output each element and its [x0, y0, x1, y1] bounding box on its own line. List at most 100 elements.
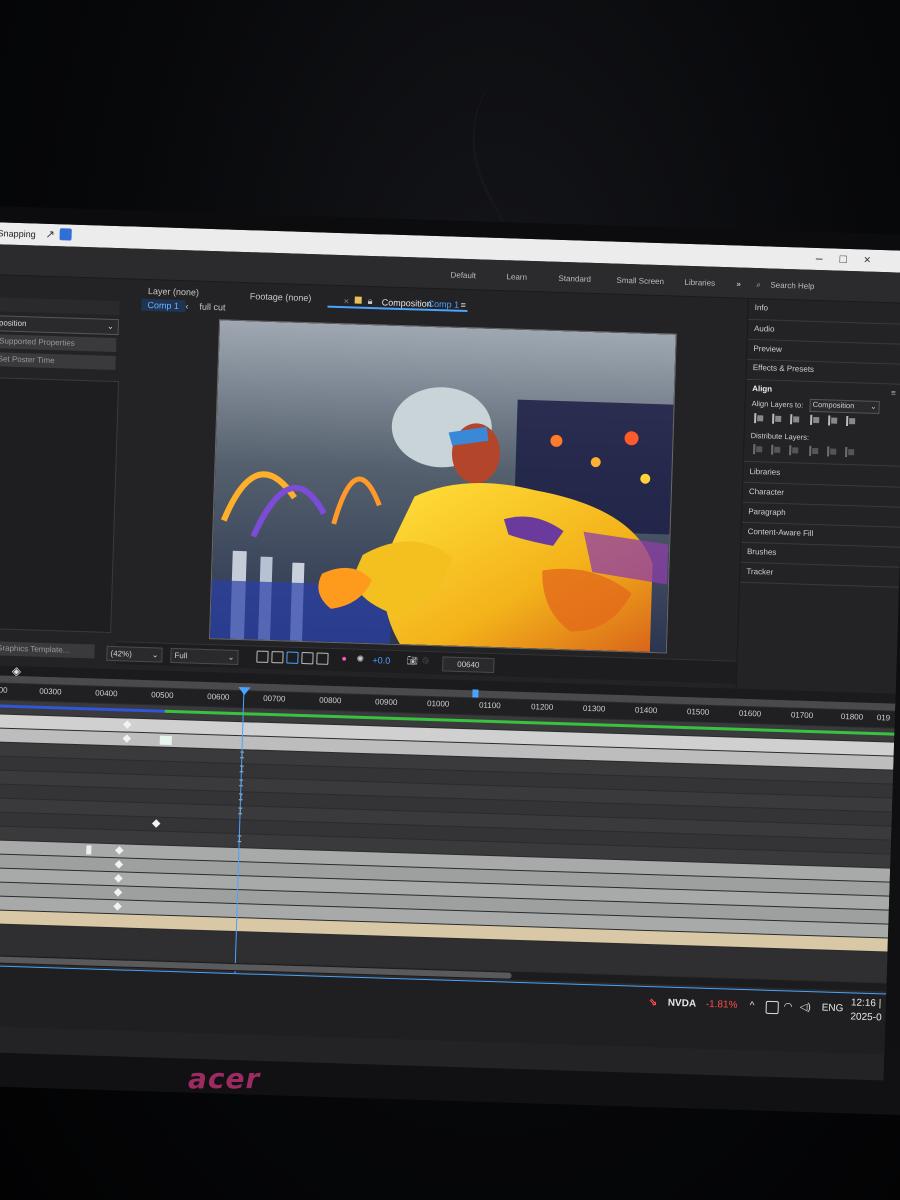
work-area-end-marker[interactable] — [472, 689, 479, 698]
keyframe[interactable] — [114, 874, 123, 883]
workspace-default[interactable]: Default — [450, 270, 476, 280]
stock-name[interactable]: NVDA — [668, 998, 697, 1010]
align-layers-to-value: Composition — [812, 399, 855, 411]
keyframe[interactable] — [113, 888, 123, 897]
distribute-bottom-icon[interactable] — [788, 445, 798, 455]
panel-libraries[interactable]: Libraries — [749, 467, 780, 477]
frame-image — [210, 320, 676, 653]
keyframe[interactable] — [113, 902, 122, 911]
mask-visibility-icon[interactable] — [286, 651, 299, 664]
volume-icon[interactable]: ◁) — [800, 1002, 811, 1013]
chevron-down-icon: ⌄ — [106, 321, 114, 331]
align-right-icon[interactable] — [789, 414, 799, 424]
channel-icon[interactable]: ● — [341, 653, 347, 663]
playhead-handle[interactable] — [238, 687, 251, 696]
workspace-small-screen[interactable]: Small Screen — [616, 276, 664, 286]
stock-change: -1.81% — [705, 998, 738, 1011]
keyframe[interactable] — [123, 720, 132, 729]
workspace-standard[interactable]: Standard — [558, 274, 591, 284]
panel-audio[interactable]: Audio — [754, 324, 775, 334]
exposure-reset-icon[interactable]: ✺ — [356, 654, 364, 665]
monitor-screen: Snapping ↗ – □ × Default Learn Standard … — [0, 222, 900, 1081]
resolution-dropdown[interactable]: Full ⌄ — [170, 647, 239, 666]
snapping-toggle-icon[interactable] — [59, 228, 72, 241]
breadcrumb-chevron-icon: ‹ — [185, 301, 189, 312]
align-vertical-center-icon[interactable] — [827, 415, 837, 425]
tick-label: 01000 — [426, 698, 450, 709]
search-icon[interactable]: ⌕ — [756, 280, 761, 290]
maximize-icon[interactable]: □ — [835, 252, 851, 266]
more-workspaces-icon[interactable]: » — [736, 279, 741, 288]
fast-preview-icon[interactable] — [256, 650, 269, 663]
clock-date[interactable]: 2025-0 — [850, 1011, 881, 1023]
language-indicator[interactable]: ENG — [822, 1003, 844, 1015]
composition-frame[interactable] — [209, 319, 677, 654]
align-menu-icon[interactable]: ≡ — [891, 388, 896, 397]
search-help[interactable]: Search Help — [770, 281, 814, 291]
keyframe[interactable] — [122, 734, 132, 743]
breadcrumb-comp[interactable]: Comp 1 — [141, 298, 186, 313]
align-top-icon[interactable] — [809, 415, 819, 425]
close-tab-icon[interactable]: × — [344, 296, 350, 306]
solo-supported-properties[interactable]: olo Supported Properties — [0, 333, 117, 353]
tick-label: 01500 — [686, 707, 710, 717]
distribute-vcenter-icon[interactable] — [770, 445, 780, 455]
keyframe[interactable] — [114, 860, 124, 869]
workspace-libraries[interactable]: Libraries — [684, 278, 715, 288]
workspace-learn[interactable]: Learn — [506, 272, 527, 282]
exposure-value[interactable]: +0.0 — [372, 655, 390, 666]
show-snapshot-icon[interactable]: ♲ — [421, 656, 429, 667]
tick-label: 00300 — [39, 686, 62, 697]
minimize-icon[interactable]: – — [811, 251, 827, 265]
tab-footage[interactable]: Footage (none) — [250, 291, 312, 303]
panel-character[interactable]: Character — [749, 487, 784, 497]
transparency-grid-icon[interactable] — [271, 651, 284, 664]
guides-icon[interactable] — [316, 652, 329, 665]
snapshot-icon[interactable]: 📷︎ — [406, 655, 418, 666]
tick-label: 00200 — [0, 685, 8, 695]
divider — [743, 460, 900, 467]
panel-info[interactable]: Info — [755, 303, 769, 312]
composition-viewer: Layer (none) Footage (none) × 🔒︎ Composi… — [106, 279, 748, 689]
align-left-icon[interactable] — [753, 413, 763, 423]
export-mogrt-button[interactable]: otion Graphics Template... — [0, 640, 95, 659]
distribute-left-icon[interactable] — [808, 446, 818, 456]
set-poster-time-button[interactable]: Set Poster Time — [0, 351, 116, 371]
align-bottom-icon[interactable] — [845, 416, 855, 426]
align-horizontal-center-icon[interactable] — [771, 414, 781, 424]
zoom-dropdown[interactable]: (42%) ⌄ — [106, 645, 163, 663]
keyframe[interactable] — [151, 819, 161, 828]
panel-preview[interactable]: Preview — [753, 344, 782, 354]
panel-effects-presets[interactable]: Effects & Presets — [753, 363, 814, 374]
composition-swatch-icon — [354, 296, 362, 304]
acer-logo: acer — [188, 1062, 261, 1095]
snapping-icon[interactable]: ↗ — [45, 228, 55, 241]
chevron-down-icon: ⌄ — [870, 401, 877, 411]
distribute-right-icon[interactable] — [844, 447, 854, 457]
tray-chevron-up-icon[interactable]: ^ — [750, 1000, 755, 1011]
distribute-top-icon[interactable] — [752, 444, 762, 454]
lock-icon[interactable]: 🔒︎ — [368, 296, 373, 307]
panel-brushes[interactable]: Brushes — [747, 547, 777, 557]
tab-layer[interactable]: Layer (none) — [148, 286, 199, 298]
tick-label: 00800 — [319, 695, 342, 706]
close-icon[interactable]: × — [859, 252, 875, 266]
project-panel: omposition ⌄ olo Supported Properties Se… — [0, 274, 129, 670]
panel-content-aware-fill[interactable]: Content-Aware Fill — [748, 527, 814, 538]
clock-time[interactable]: 12:16 | — [851, 997, 882, 1009]
composition-dropdown[interactable]: omposition ⌄ — [0, 314, 120, 336]
panel-paragraph[interactable]: Paragraph — [748, 507, 786, 517]
preview-box — [0, 376, 120, 634]
current-time[interactable]: 00640 — [442, 656, 495, 674]
keyframe[interactable] — [115, 846, 124, 855]
region-of-interest-icon[interactable] — [301, 652, 314, 665]
meet-icon[interactable] — [765, 1000, 779, 1015]
tick-label: 01100 — [478, 700, 501, 711]
panel-menu-icon[interactable]: ≡ — [460, 300, 466, 310]
align-layers-to-dropdown[interactable]: Composition ⌄ — [809, 398, 880, 415]
breadcrumb-layer[interactable]: full cut — [199, 302, 225, 313]
panel-tracker[interactable]: Tracker — [746, 567, 773, 577]
wifi-icon[interactable]: ◠ — [784, 1001, 793, 1012]
zoom-value: (42%) — [110, 649, 132, 659]
distribute-hcenter-icon[interactable] — [826, 446, 836, 456]
